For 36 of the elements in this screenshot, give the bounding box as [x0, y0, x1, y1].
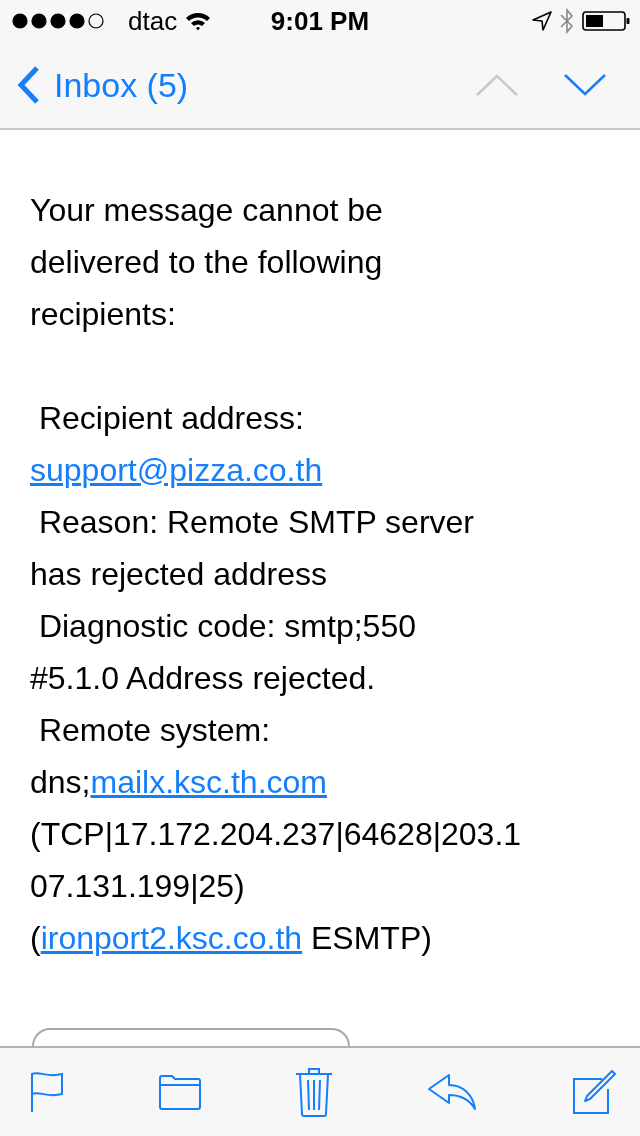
email-link[interactable]: mailx.ksc.th.com	[90, 764, 327, 800]
message-text: Diagnostic code: smtp;550	[37, 607, 417, 646]
compose-button[interactable]	[570, 1069, 616, 1115]
battery-icon	[582, 11, 630, 31]
flag-button[interactable]	[30, 1072, 64, 1112]
location-arrow-icon	[532, 11, 552, 31]
message-text: 07.131.199|25)	[30, 867, 246, 906]
email-link[interactable]: ironport2.ksc.co.th	[40, 920, 303, 956]
message-text: dns;mailx.ksc.th.com	[30, 763, 328, 802]
trash-icon	[295, 1067, 333, 1117]
message-text: Your message cannot be	[30, 191, 384, 230]
delete-button[interactable]	[295, 1067, 333, 1117]
bluetooth-icon	[560, 8, 574, 34]
message-text: Remote system:	[37, 711, 272, 750]
folder-icon	[157, 1074, 202, 1110]
flag-icon	[30, 1072, 64, 1112]
message-text: #5.1.0 Address rejected.	[30, 659, 377, 698]
message-text: Reason: Remote SMTP server	[37, 503, 475, 542]
clock-time: 9:01 PM	[270, 5, 370, 37]
wifi-icon	[185, 11, 212, 31]
reply-button[interactable]	[426, 1073, 477, 1111]
message-text: Recipient address:	[37, 399, 305, 438]
reply-arrow-icon	[426, 1073, 477, 1111]
down-chevron-icon	[564, 74, 606, 96]
message-text: recipients:	[30, 295, 177, 334]
compose-icon	[570, 1069, 616, 1115]
move-to-folder-button[interactable]	[157, 1074, 202, 1110]
message-text: (TCP|17.172.204.237|64628|203.1	[30, 815, 523, 854]
message-text: delivered to the following	[30, 243, 384, 282]
back-chevron-icon	[16, 65, 40, 105]
up-chevron-icon	[476, 74, 518, 96]
carrier-name: dtac	[128, 5, 178, 37]
message-text: (ironport2.ksc.co.th ESMTP)	[30, 919, 433, 958]
email-link[interactable]: support@pizza.co.th	[30, 452, 323, 488]
message-text: has rejected address	[30, 555, 329, 594]
back-button[interactable]: Inbox (5)	[16, 65, 189, 105]
